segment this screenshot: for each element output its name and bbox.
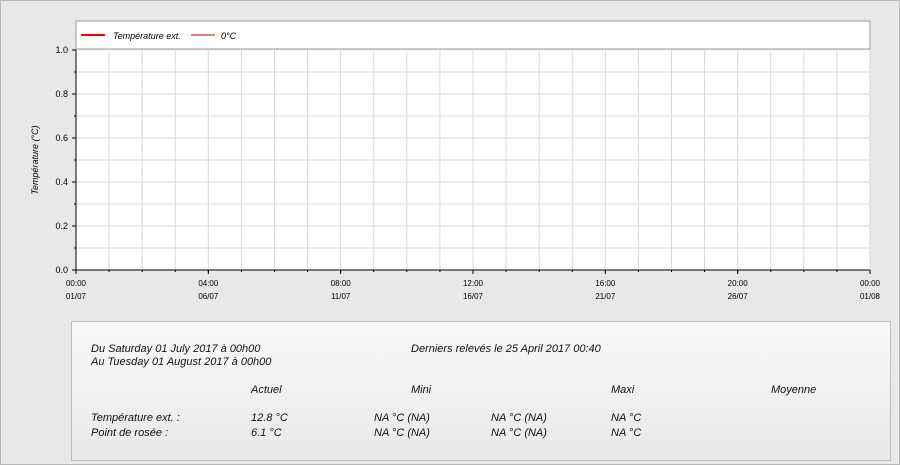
x-tick-date-label: 01/08	[860, 292, 881, 301]
x-tick-time-label: 04:00	[198, 279, 219, 288]
x-tick-time-label: 08:00	[331, 279, 352, 288]
row-actuel-temperature: 12.8 °C	[251, 412, 288, 424]
period-to: Au Tuesday 01 August 2017 à 00h00	[91, 356, 272, 368]
y-tick-label: 0.2	[55, 221, 68, 231]
row-mini-temperature: NA °C (NA)	[374, 412, 430, 424]
last-reading: Derniers relevés le 25 April 2017 00:40	[411, 343, 601, 355]
y-tick-label: 0.0	[55, 265, 68, 275]
x-tick-time-label: 16:00	[595, 279, 616, 288]
info-panel: Du Saturday 01 July 2017 à 00h00 Au Tues…	[71, 321, 891, 461]
row-mini2-dewpoint: NA °C (NA)	[491, 427, 547, 439]
header-maxi: Maxi	[611, 384, 635, 396]
x-tick-date-label: 16/07	[463, 292, 484, 301]
temperature-chart: Température ext. 0°C 0.0 0.2 0.4 0.6 0.8 1.0 0…	[30, 20, 881, 301]
x-tick-date-label: 21/07	[595, 292, 616, 301]
x-tick-time-label: 20:00	[728, 279, 749, 288]
y-axis-label: Température (°C)	[30, 125, 40, 194]
header-mini: Mini	[411, 384, 432, 396]
x-tick-date-label: 26/07	[728, 292, 749, 301]
header-moyenne: Moyenne	[771, 384, 817, 396]
row-mini2-temperature: NA °C (NA)	[491, 412, 547, 424]
x-tick-date-label: 01/07	[66, 292, 87, 301]
row-maxi-temperature: NA °C	[611, 412, 642, 424]
chart-panel: Température ext. 0°C 0.0 0.2 0.4 0.6 0.8 1.0 0…	[1, 1, 900, 311]
row-maxi-dewpoint: NA °C	[611, 427, 642, 439]
legend-label-zero: 0°C	[221, 31, 237, 41]
y-tick-label: 0.6	[55, 133, 68, 143]
window-frame: Température ext. 0°C 0.0 0.2 0.4 0.6 0.8 1.0 0…	[0, 0, 900, 465]
x-tick-time-label: 12:00	[463, 279, 484, 288]
y-tick-label: 0.4	[55, 177, 68, 187]
legend-label-temperature: Température ext.	[113, 31, 181, 41]
x-tick-time-label: 00:00	[860, 279, 881, 288]
y-tick-label: 1.0	[55, 45, 68, 55]
row-label-dewpoint: Point de rosée :	[91, 427, 169, 439]
x-tick-date-label: 11/07	[331, 292, 351, 301]
x-tick-date-label: 06/07	[198, 292, 219, 301]
period-from: Du Saturday 01 July 2017 à 00h00	[91, 343, 261, 355]
y-tick-label: 0.8	[55, 89, 68, 99]
header-actuel: Actuel	[251, 384, 282, 396]
row-label-temperature: Température ext. :	[91, 412, 180, 424]
x-tick-time-label: 00:00	[66, 279, 87, 288]
row-actuel-dewpoint: 6.1 °C	[251, 427, 282, 439]
row-mini-dewpoint: NA °C (NA)	[374, 427, 430, 439]
